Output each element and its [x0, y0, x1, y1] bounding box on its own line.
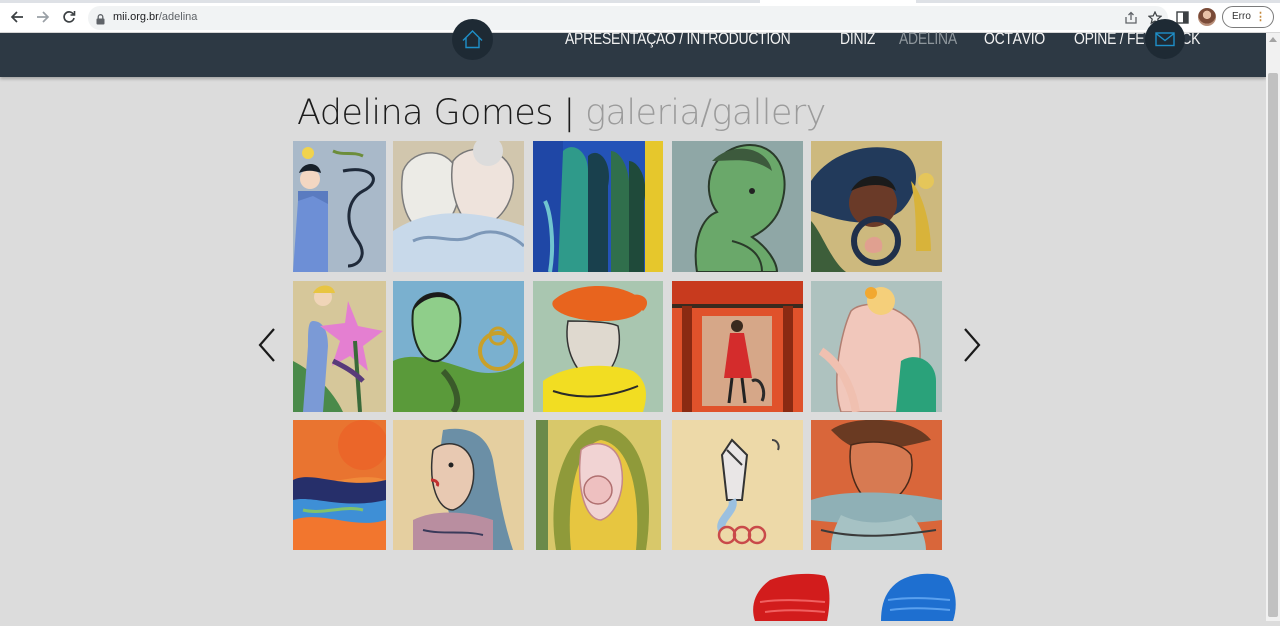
red-brush-stroke — [750, 572, 832, 621]
active-tab[interactable] — [760, 0, 916, 3]
painting-figure-pink-flower — [293, 281, 386, 412]
carousel-prev-button[interactable] — [255, 326, 279, 364]
blue-brush-stroke — [876, 572, 960, 621]
gallery-thumb-11[interactable] — [293, 420, 386, 550]
painting-two-pale-faces — [393, 141, 524, 272]
back-icon[interactable] — [8, 8, 26, 26]
painting-dark-face-flowers — [811, 141, 942, 272]
title-separator: | — [563, 93, 575, 133]
painting-green-face-vase — [393, 281, 524, 412]
gallery-thumb-14[interactable] — [672, 420, 803, 550]
scrollbar-thumb[interactable] — [1268, 73, 1278, 617]
home-button[interactable] — [452, 19, 493, 60]
painting-orange-sun-waves — [293, 420, 386, 550]
page-title: Adelina Gomes | galeria/gallery — [297, 92, 826, 134]
gallery-thumb-1[interactable] — [293, 141, 386, 272]
chevron-right-icon — [964, 328, 981, 362]
gallery-thumb-12[interactable] — [393, 420, 524, 550]
url-text: mii.org.br/adelina — [113, 11, 197, 23]
nav-links: APRESENTAÇÃO / INTRODUCTION DINIZ ADELIN… — [565, 29, 1228, 53]
painting-woman-shawl — [811, 420, 942, 550]
profile-avatar[interactable] — [1198, 8, 1216, 26]
gallery-thumb-7[interactable] — [393, 281, 524, 412]
gallery-thumb-2[interactable] — [393, 141, 524, 272]
tab-strip — [0, 0, 1280, 3]
gallery-thumb-5[interactable] — [811, 141, 942, 272]
gallery-thumb-6[interactable] — [293, 281, 386, 412]
scroll-up-icon[interactable] — [1269, 37, 1277, 42]
address-bar[interactable]: mii.org.br/adelina — [88, 6, 1168, 30]
nav-link-adelina[interactable]: ADELINA — [899, 29, 957, 53]
url-path: /adelina — [158, 11, 198, 23]
gallery-thumb-4[interactable] — [672, 141, 803, 272]
painting-pale-embrace — [811, 281, 942, 412]
gallery-thumb-10[interactable] — [811, 281, 942, 412]
error-label: Erro — [1232, 11, 1251, 22]
gallery-thumb-9[interactable] — [672, 281, 803, 412]
url-host: mii.org.br — [113, 11, 159, 23]
painting-green-profile — [672, 141, 803, 272]
nav-link-introduction[interactable]: APRESENTAÇÃO / INTRODUCTION — [565, 29, 791, 53]
contact-mail-button[interactable] — [1145, 19, 1185, 59]
forward-icon[interactable] — [34, 8, 52, 26]
share-icon[interactable] — [1122, 9, 1140, 27]
painting-red-stage-dancer — [672, 281, 803, 412]
gallery-thumb-8[interactable] — [533, 281, 663, 412]
artist-name: Adelina Gomes — [297, 93, 553, 133]
painting-woman-blue-dress — [293, 141, 386, 272]
page-scrollbar[interactable] — [1266, 33, 1280, 621]
gallery-thumb-3[interactable] — [533, 141, 663, 272]
site-navbar: APRESENTAÇÃO / INTRODUCTION DINIZ ADELIN… — [0, 19, 1266, 77]
reload-icon[interactable] — [60, 8, 78, 26]
gallery-thumb-15[interactable] — [811, 420, 942, 550]
painting-orange-turban-yellow — [533, 281, 663, 412]
painting-blue-green-figures — [533, 141, 663, 272]
painting-abstract-vase — [672, 420, 803, 550]
gallery-thumb-13[interactable] — [536, 420, 661, 550]
carousel-next-button[interactable] — [960, 326, 984, 364]
home-icon — [462, 30, 483, 49]
chevron-left-icon — [258, 328, 275, 362]
mail-icon — [1155, 32, 1175, 47]
gallery-subtitle: galeria/gallery — [585, 93, 826, 133]
menu-dots-icon[interactable]: ⋮ — [1255, 10, 1266, 24]
painting-profile-veil — [393, 420, 524, 550]
error-button[interactable]: Erro ⋮ — [1222, 6, 1274, 28]
painting-mother-child — [536, 420, 661, 550]
nav-link-diniz[interactable]: DINIZ — [840, 29, 875, 53]
lock-icon[interactable] — [96, 12, 105, 30]
nav-link-octavio[interactable]: OCTÁVIO — [984, 29, 1045, 53]
